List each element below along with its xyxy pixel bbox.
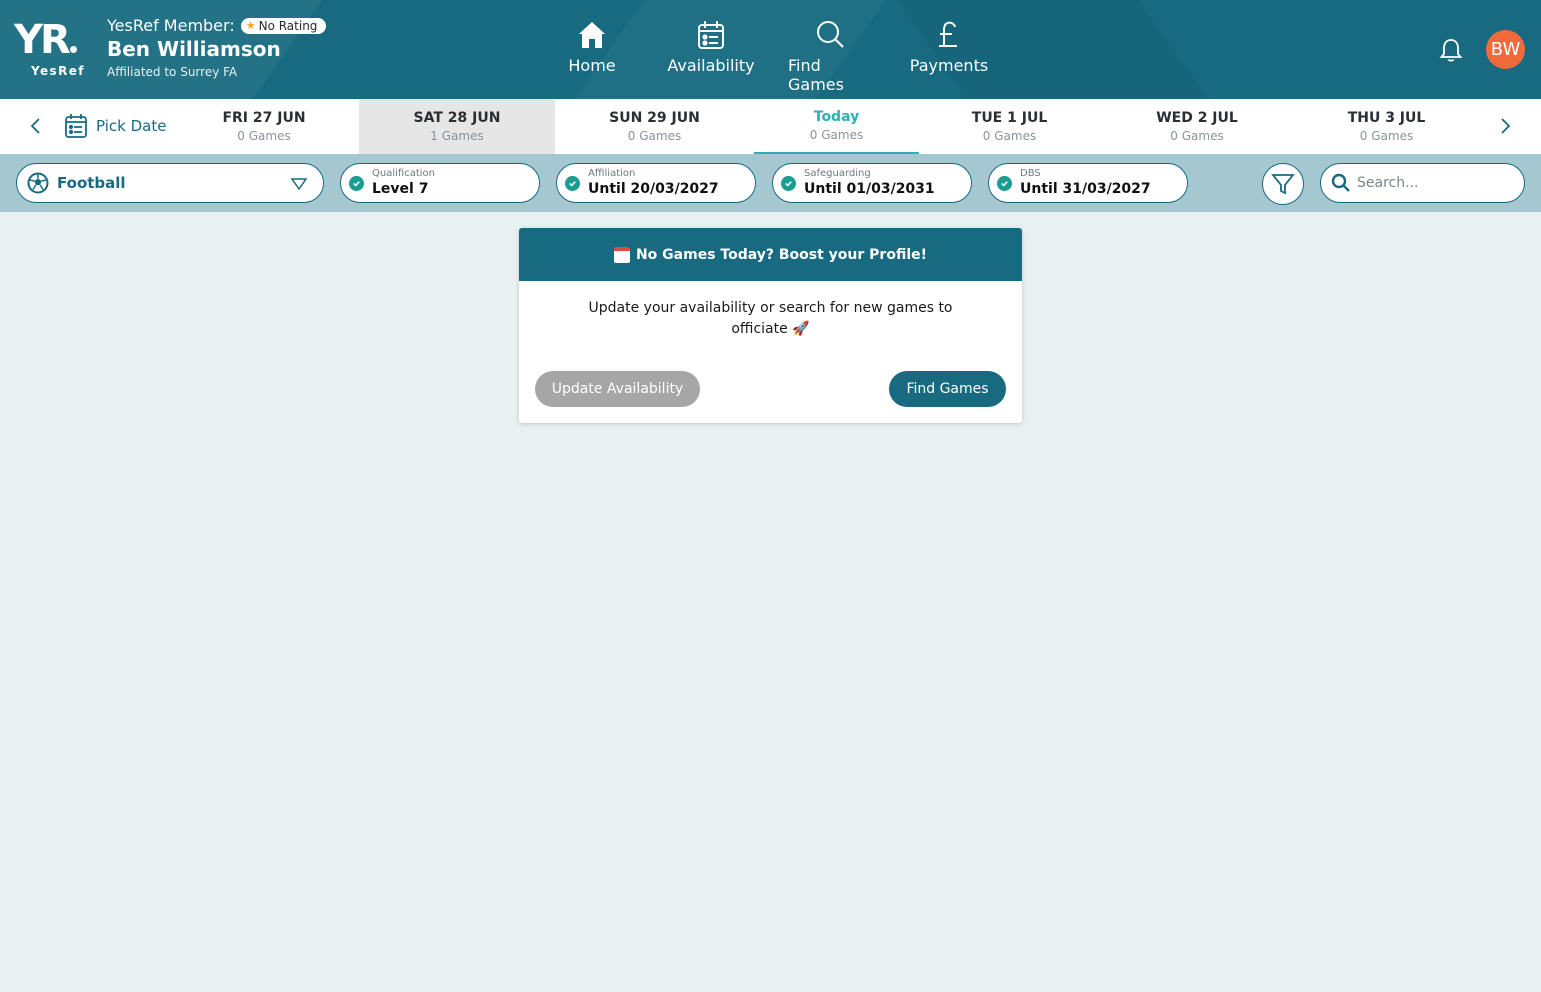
- day-title: TUE 1 JUL: [971, 110, 1048, 126]
- update-availability-button[interactable]: Update Availability: [535, 371, 700, 407]
- bell-icon[interactable]: [1437, 36, 1465, 64]
- calendar-emoji-icon: [613, 246, 630, 263]
- nav-availability-label: Availability: [667, 56, 755, 75]
- main-nav: Home Availability Find Games Payments: [550, 18, 1026, 94]
- day-count: 0 Games: [237, 129, 291, 143]
- day-count: 1 Games: [430, 129, 484, 143]
- rating-text: No Rating: [258, 18, 318, 33]
- day-count: 0 Games: [982, 129, 1037, 143]
- calendar-icon: [698, 21, 724, 49]
- rocket-icon: 🚀: [792, 321, 810, 337]
- check-circle-icon: [781, 176, 796, 191]
- day-title: SUN 29 JUN: [609, 110, 700, 126]
- card-header: No Games Today? Boost your Profile!: [519, 228, 1022, 281]
- day-tab-today[interactable]: Today 0 Games: [754, 99, 919, 154]
- day-count: 0 Games: [1359, 129, 1414, 143]
- search-icon: [1331, 173, 1350, 192]
- filter-button[interactable]: [1262, 163, 1304, 205]
- chevron-down-icon: [291, 178, 307, 191]
- day-count: 0 Games: [809, 128, 864, 142]
- chip-value: Until 31/03/2027: [1020, 181, 1151, 197]
- day-tab-sat-28[interactable]: SAT 28 JUN 1 Games: [359, 99, 555, 154]
- yesref-logo[interactable]: YR YesRef: [14, 18, 96, 80]
- sport-value: Football: [57, 174, 126, 192]
- day-tab-fri-27[interactable]: FRI 27 JUN 0 Games: [170, 99, 358, 154]
- chevron-right-icon[interactable]: [1494, 115, 1516, 137]
- logo-dot: [69, 46, 77, 53]
- nav-find-games-label: Find Games: [788, 56, 844, 94]
- affiliation-chip[interactable]: Affiliation Until 20/03/2027: [556, 163, 756, 203]
- filter-icon: [1271, 174, 1295, 195]
- filter-bar: Football Qualification Level 7 Affiliati…: [0, 154, 1541, 212]
- rating-badge: ★ No Rating: [240, 17, 327, 34]
- no-games-card: No Games Today? Boost your Profile! Upda…: [519, 228, 1022, 423]
- nav-home-label: Home: [568, 56, 616, 75]
- day-title: Today: [813, 109, 860, 125]
- check-circle-icon: [565, 176, 580, 191]
- nav-payments-label: Payments: [909, 56, 989, 75]
- date-strip: Pick Date FRI 27 JUN 0 Games SAT 28 JUN …: [0, 99, 1541, 154]
- qualification-chip[interactable]: Qualification Level 7: [340, 163, 540, 203]
- chip-label: DBS: [1020, 168, 1041, 179]
- user-name: Ben Williamson: [107, 37, 281, 61]
- sport-select[interactable]: Football: [16, 163, 324, 203]
- card-message-line1: Update your availability or search for n…: [588, 300, 953, 316]
- star-icon: ★: [245, 19, 256, 32]
- logo-mark: YR: [14, 17, 71, 63]
- day-title: THU 3 JUL: [1347, 110, 1426, 126]
- chevron-left-icon[interactable]: [25, 115, 47, 137]
- card-message-line2: officiate: [731, 321, 788, 337]
- day-count: 0 Games: [627, 129, 682, 143]
- top-header: YR YesRef YesRef Member: ★ No Rating Ben…: [0, 0, 1541, 99]
- nav-availability[interactable]: Availability: [634, 18, 788, 94]
- chip-label: Qualification: [372, 168, 435, 179]
- card-title: No Games Today? Boost your Profile!: [635, 246, 928, 263]
- chip-value: Until 20/03/2027: [588, 181, 719, 197]
- search-box[interactable]: [1320, 163, 1525, 203]
- pound-icon: [939, 21, 957, 47]
- day-title: SAT 28 JUN: [413, 110, 501, 126]
- user-affiliation: Affiliated to Surrey FA: [107, 65, 238, 79]
- dbs-chip[interactable]: DBS Until 31/03/2027: [988, 163, 1188, 203]
- day-tab-thu-3[interactable]: THU 3 JUL 0 Games: [1294, 99, 1479, 154]
- check-circle-icon: [997, 176, 1012, 191]
- day-title: WED 2 JUL: [1156, 110, 1238, 126]
- logo-text: YesRef: [31, 64, 85, 78]
- home-icon: [579, 22, 605, 48]
- day-tab-sun-29[interactable]: SUN 29 JUN 0 Games: [555, 99, 754, 154]
- chip-value: Until 01/03/2031: [804, 181, 935, 197]
- day-title: FRI 27 JUN: [222, 110, 306, 126]
- find-games-button[interactable]: Find Games: [889, 371, 1006, 407]
- day-tab-wed-2[interactable]: WED 2 JUL 0 Games: [1100, 99, 1294, 154]
- day-tab-tue-1[interactable]: TUE 1 JUL 0 Games: [919, 99, 1100, 154]
- chip-value: Level 7: [372, 181, 429, 197]
- nav-home[interactable]: Home: [550, 18, 634, 94]
- search-input[interactable]: [1357, 175, 1507, 191]
- chip-label: Safeguarding: [804, 168, 871, 179]
- calendar-icon: [65, 114, 87, 138]
- search-icon: [817, 21, 844, 48]
- chip-label: Affiliation: [588, 168, 636, 179]
- member-info: YesRef Member: ★ No Rating Ben Williamso…: [107, 16, 327, 79]
- pick-date-label: Pick Date: [96, 117, 167, 135]
- user-avatar[interactable]: BW: [1486, 30, 1525, 69]
- card-message: Update your availability or search for n…: [519, 281, 1022, 371]
- pick-date-button[interactable]: Pick Date: [64, 113, 166, 139]
- nav-find-games[interactable]: Find Games: [788, 18, 872, 94]
- football-icon: [27, 172, 49, 194]
- day-count: 0 Games: [1170, 129, 1224, 143]
- member-label: YesRef Member:: [107, 16, 235, 35]
- check-circle-icon: [349, 176, 364, 191]
- safeguarding-chip[interactable]: Safeguarding Until 01/03/2031: [772, 163, 972, 203]
- nav-payments[interactable]: Payments: [872, 18, 1026, 94]
